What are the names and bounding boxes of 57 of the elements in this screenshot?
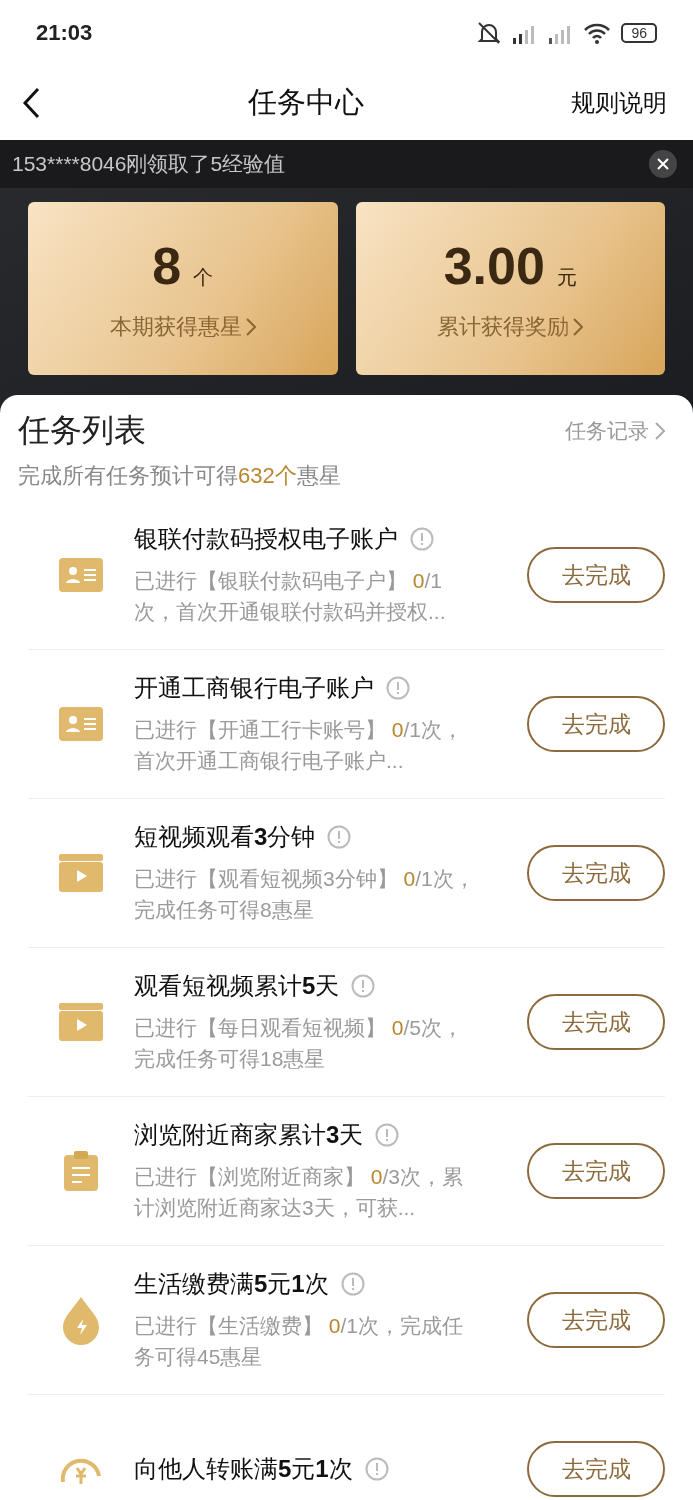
stat-card[interactable]: 3.00 元 累计获得奖励 <box>355 202 665 375</box>
close-icon <box>657 158 669 170</box>
drop-bolt-icon <box>61 1295 101 1345</box>
wifi-icon <box>583 22 612 44</box>
task-description: 已进行【每日观看短视频】 0/5次，完成任务可得18惠星 <box>134 1015 465 1072</box>
complete-button[interactable]: 去完成 <box>527 1292 665 1348</box>
video-clapper-icon <box>59 1003 103 1041</box>
status-time: 21:03 <box>36 20 93 46</box>
task-record-link[interactable]: 任务记录 <box>565 417 665 445</box>
video-clapper-icon <box>59 854 103 892</box>
stat-value: 8 <box>152 235 182 296</box>
chevron-right-icon <box>573 317 584 336</box>
stat-link[interactable]: 本期获得惠星 <box>109 311 256 342</box>
info-icon[interactable] <box>375 1123 400 1147</box>
task-title: 银联付款码授权电子账户 <box>134 524 398 554</box>
info-icon[interactable] <box>386 676 410 700</box>
chevron-right-icon <box>655 422 665 440</box>
task-title: 向他人转账满5元1次 <box>134 1454 353 1484</box>
complete-button[interactable]: 去完成 <box>527 1441 665 1497</box>
complete-button[interactable]: 去完成 <box>527 1143 665 1199</box>
section-title: 任务列表 <box>18 411 146 450</box>
page-title: 任务中心 <box>247 85 364 120</box>
stat-card[interactable]: 8 个 本期获得惠星 <box>28 202 338 375</box>
rules-link[interactable]: 规则说明 <box>571 87 667 119</box>
stat-link[interactable]: 累计获得奖励 <box>437 311 584 342</box>
task-title: 浏览附近商家累计3天 <box>134 1120 364 1150</box>
task-description: 已进行【银联付款码电子户】 0/1次，首次开通银联付款码并授权... <box>134 568 447 625</box>
complete-button[interactable]: 去完成 <box>527 696 665 752</box>
info-icon[interactable] <box>351 974 376 998</box>
chevron-right-icon <box>245 317 256 336</box>
info-icon[interactable] <box>340 1272 365 1296</box>
stat-unit: 个 <box>193 264 214 290</box>
task-title: 开通工商银行电子账户 <box>134 673 374 703</box>
summary-text: 完成所有任务预计可得632个惠星 <box>18 462 342 490</box>
info-icon[interactable] <box>327 825 352 849</box>
back-icon[interactable] <box>22 87 40 119</box>
clipboard-icon <box>64 1151 98 1191</box>
complete-button[interactable]: 去完成 <box>527 994 665 1050</box>
info-icon[interactable] <box>410 527 434 551</box>
muted-bell-icon <box>477 22 502 44</box>
id-card-icon <box>59 707 103 741</box>
task-description: 已进行【开通工行卡账号】 0/1次，首次开通工商银行电子账户... <box>134 717 465 774</box>
task-title: 生活缴费满5元1次 <box>134 1269 329 1299</box>
info-icon[interactable] <box>364 1457 389 1481</box>
stat-unit: 元 <box>556 264 577 290</box>
close-button[interactable] <box>649 150 677 178</box>
task-title: 短视频观看3分钟 <box>134 822 316 852</box>
task-description: 已进行【浏览附近商家】 0/3次，累计浏览附近商家达3天，可获... <box>134 1164 465 1221</box>
task-title: 观看短视频累计5天 <box>134 971 340 1001</box>
task-description: 已进行【观看短视频3分钟】 0/1次，完成任务可得8惠星 <box>134 866 476 923</box>
complete-button[interactable]: 去完成 <box>527 547 665 603</box>
stat-value: 3.00 <box>443 235 545 296</box>
id-card-icon <box>59 558 103 592</box>
battery-level: 96 <box>621 23 657 43</box>
task-description: 已进行【生活缴费】 0/1次，完成任务可得45惠星 <box>134 1313 465 1370</box>
complete-button[interactable]: 去完成 <box>527 845 665 901</box>
notice-text: 153****8046刚领取了5经验值 <box>12 151 286 177</box>
